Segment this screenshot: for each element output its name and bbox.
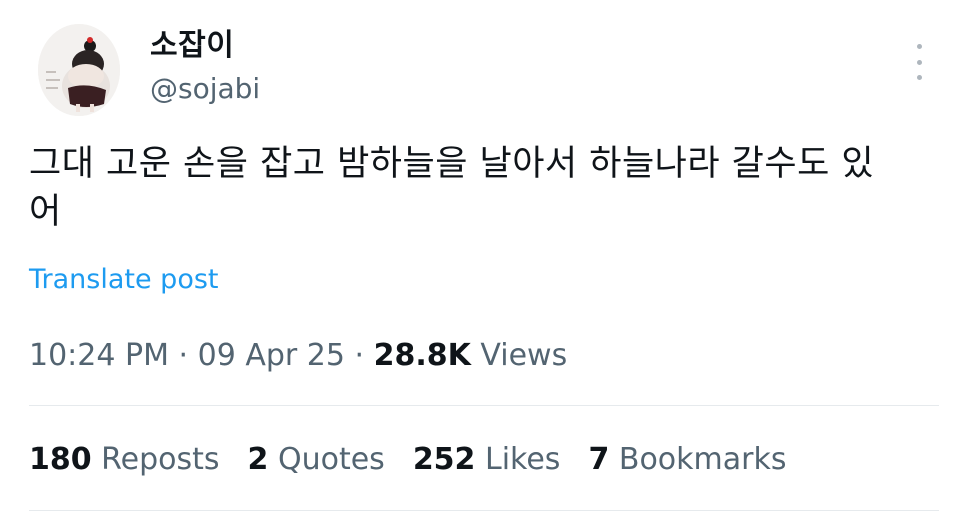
tweet-time[interactable]: 10:24 PM bbox=[29, 338, 169, 373]
quotes-label: Quotes bbox=[277, 442, 385, 477]
reposts-count: 180 bbox=[29, 442, 92, 477]
tweet-meta: 10:24 PM · 09 Apr 25 · 28.8K Views bbox=[29, 338, 567, 374]
views-label: Views bbox=[480, 338, 568, 373]
divider bbox=[29, 510, 939, 511]
quotes-count: 2 bbox=[247, 442, 269, 477]
reposts-stat[interactable]: 180 Reposts bbox=[29, 442, 220, 477]
likes-stat[interactable]: 252 Likes bbox=[413, 442, 561, 477]
quotes-stat[interactable]: 2 Quotes bbox=[248, 442, 385, 477]
views-count[interactable]: 28.8K bbox=[374, 338, 471, 373]
bookmarks-count: 7 bbox=[588, 442, 610, 477]
avatar[interactable] bbox=[38, 24, 120, 116]
likes-label: Likes bbox=[484, 442, 561, 477]
likes-count: 252 bbox=[412, 442, 476, 477]
bookmarks-label: Bookmarks bbox=[618, 442, 787, 477]
divider bbox=[29, 405, 939, 406]
more-icon[interactable] bbox=[906, 40, 932, 84]
translate-post-link[interactable]: Translate post bbox=[29, 263, 219, 297]
meta-separator: · bbox=[178, 338, 189, 373]
tweet-date[interactable]: 09 Apr 25 bbox=[198, 338, 345, 373]
bookmarks-stat[interactable]: 7 Bookmarks bbox=[588, 442, 786, 477]
meta-separator: · bbox=[354, 338, 365, 373]
engagement-stats: 180 Reposts 2 Quotes 252 Likes 7 Bookmarks bbox=[29, 441, 814, 479]
display-name[interactable]: 소잡이 bbox=[150, 28, 234, 64]
profile-photo-icon bbox=[38, 24, 120, 116]
reposts-label: Reposts bbox=[101, 442, 220, 477]
user-handle[interactable]: @sojabi bbox=[150, 72, 260, 106]
tweet-text: 그대 고운 손을 잡고 밤하늘을 날아서 하늘나라 갈수도 있 어 bbox=[29, 144, 875, 232]
